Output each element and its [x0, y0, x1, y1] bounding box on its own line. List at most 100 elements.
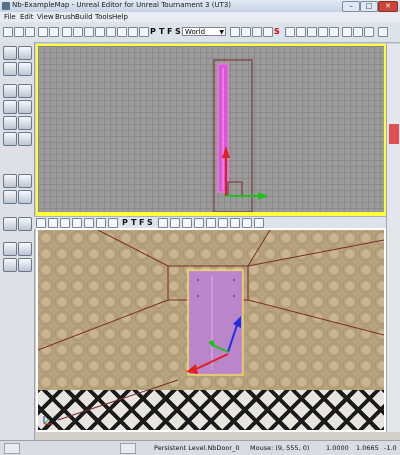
- undo-icon[interactable]: [38, 27, 48, 37]
- level-icon[interactable]: [120, 443, 136, 454]
- kismet-icon[interactable]: [106, 27, 116, 37]
- lit-icon[interactable]: [318, 27, 328, 37]
- select-inverse-icon[interactable]: [18, 242, 32, 256]
- pivot-box: [227, 181, 243, 197]
- select-icon[interactable]: [62, 27, 72, 37]
- viewport-options-icon[interactable]: [36, 218, 46, 228]
- geometry-mode-icon[interactable]: [18, 46, 32, 60]
- top-viewport-scene: [213, 59, 268, 212]
- move-icon[interactable]: [18, 62, 32, 76]
- vp-speed-icon[interactable]: [182, 218, 192, 228]
- deintersect-brush-icon[interactable]: [18, 190, 32, 204]
- vp-record-icon[interactable]: [218, 218, 228, 228]
- menu-file[interactable]: File: [4, 13, 16, 21]
- perspective-toggle[interactable]: P: [150, 27, 156, 36]
- vp-side-toggle[interactable]: S: [147, 218, 153, 227]
- terrain-mode-icon[interactable]: [3, 62, 17, 76]
- status-value-1: 1.0000: [326, 444, 349, 452]
- viewport-type-icon[interactable]: [60, 218, 70, 228]
- close-button[interactable]: ✕: [378, 1, 398, 12]
- menu-edit[interactable]: Edit: [20, 13, 34, 21]
- vp-camera-icon[interactable]: [194, 218, 204, 228]
- s-toggle[interactable]: S: [274, 27, 280, 36]
- vp-close-icon[interactable]: [254, 218, 264, 228]
- viewport-lit-icon[interactable]: [84, 218, 94, 228]
- vp-front-toggle[interactable]: F: [139, 218, 144, 227]
- add-brush-icon[interactable]: [3, 174, 17, 188]
- save-icon[interactable]: [25, 27, 35, 37]
- top-toggle[interactable]: T: [159, 27, 164, 36]
- view-mode-icon[interactable]: [296, 27, 306, 37]
- menu-help[interactable]: Help: [112, 13, 128, 21]
- scene-icon[interactable]: [139, 27, 149, 37]
- right-dock-scrollbar[interactable]: [386, 44, 400, 432]
- cube-icon[interactable]: [3, 84, 17, 98]
- build-all-icon[interactable]: [364, 27, 374, 37]
- vp-perspective-toggle[interactable]: P: [122, 218, 128, 227]
- vp-stats-icon[interactable]: [230, 218, 240, 228]
- volume-icon[interactable]: [3, 217, 17, 231]
- unlit-icon[interactable]: [329, 27, 339, 37]
- actor-icon[interactable]: [95, 27, 105, 37]
- layout-icon[interactable]: [285, 27, 295, 37]
- viewport-wire-icon[interactable]: [96, 218, 106, 228]
- right-dock-tab[interactable]: [389, 124, 399, 144]
- new-icon[interactable]: [3, 27, 13, 37]
- menu-tools[interactable]: Tools: [95, 13, 112, 21]
- play-icon[interactable]: [342, 27, 352, 37]
- sphere-icon[interactable]: [18, 132, 32, 146]
- hide-selected-icon[interactable]: [3, 242, 17, 256]
- cylinder-icon[interactable]: [3, 100, 17, 114]
- add-volume-icon[interactable]: [18, 217, 32, 231]
- front-toggle[interactable]: F: [167, 27, 172, 36]
- matinee-icon[interactable]: [117, 27, 127, 37]
- show-selected-icon[interactable]: [18, 258, 32, 272]
- spiral-stairs-icon[interactable]: [3, 132, 17, 146]
- vp-maximize-icon[interactable]: [242, 218, 252, 228]
- curved-stairs-icon[interactable]: [3, 116, 17, 130]
- scale-snap-icon[interactable]: [263, 27, 273, 37]
- intersect-brush-icon[interactable]: [3, 190, 17, 204]
- minimize-button[interactable]: –: [342, 1, 360, 12]
- menu-brush[interactable]: Brush: [55, 13, 75, 21]
- open-icon[interactable]: [14, 27, 24, 37]
- viewport-unlit-icon[interactable]: [108, 218, 118, 228]
- build-icon[interactable]: [353, 27, 363, 37]
- rotation-snap-icon[interactable]: [252, 27, 262, 37]
- sheet-icon[interactable]: [18, 116, 32, 130]
- vp-lock-icon[interactable]: [158, 218, 168, 228]
- perspective-viewport[interactable]: [36, 228, 386, 432]
- app-icon: [2, 2, 10, 10]
- properties-icon[interactable]: [128, 27, 138, 37]
- viewport-mode-icon[interactable]: [72, 218, 82, 228]
- chevron-down-icon: ▼: [219, 29, 224, 36]
- mouse-coords-text: Mouse: (9, 555, 0): [250, 444, 310, 452]
- camera-mode-icon[interactable]: [3, 46, 17, 60]
- show-all-icon[interactable]: [3, 258, 17, 272]
- search-icon[interactable]: [73, 27, 83, 37]
- maximize-button[interactable]: □: [360, 1, 378, 12]
- top-viewport[interactable]: [36, 44, 386, 216]
- side-toggle[interactable]: S: [175, 27, 181, 36]
- menu-view[interactable]: View: [37, 13, 54, 21]
- snap-icon[interactable]: [241, 27, 251, 37]
- redo-icon[interactable]: [49, 27, 59, 37]
- viewport-realtime-icon[interactable]: [48, 218, 58, 228]
- menu-build[interactable]: Build: [75, 13, 93, 21]
- wireframe-icon[interactable]: [307, 27, 317, 37]
- cone-icon[interactable]: [18, 84, 32, 98]
- vp-top-toggle[interactable]: T: [131, 218, 136, 227]
- vp-play-icon[interactable]: [206, 218, 216, 228]
- scene-overlay: [38, 230, 384, 425]
- help-icon[interactable]: [378, 27, 388, 37]
- browser-icon[interactable]: [84, 27, 94, 37]
- top-viewport-grid[interactable]: [38, 46, 384, 212]
- status-bar: Persistent Level.NbDoor_0 Mouse: (9, 555…: [0, 440, 400, 455]
- grid-icon[interactable]: [230, 27, 240, 37]
- vp-game-view-icon[interactable]: [170, 218, 180, 228]
- current-level-text: Persistent Level.NbDoor_0: [154, 444, 240, 452]
- perspective-viewport-scene[interactable]: [38, 230, 384, 430]
- subtract-brush-icon[interactable]: [18, 174, 32, 188]
- stairs-icon[interactable]: [18, 100, 32, 114]
- coord-system-select[interactable]: World ▼: [182, 27, 226, 36]
